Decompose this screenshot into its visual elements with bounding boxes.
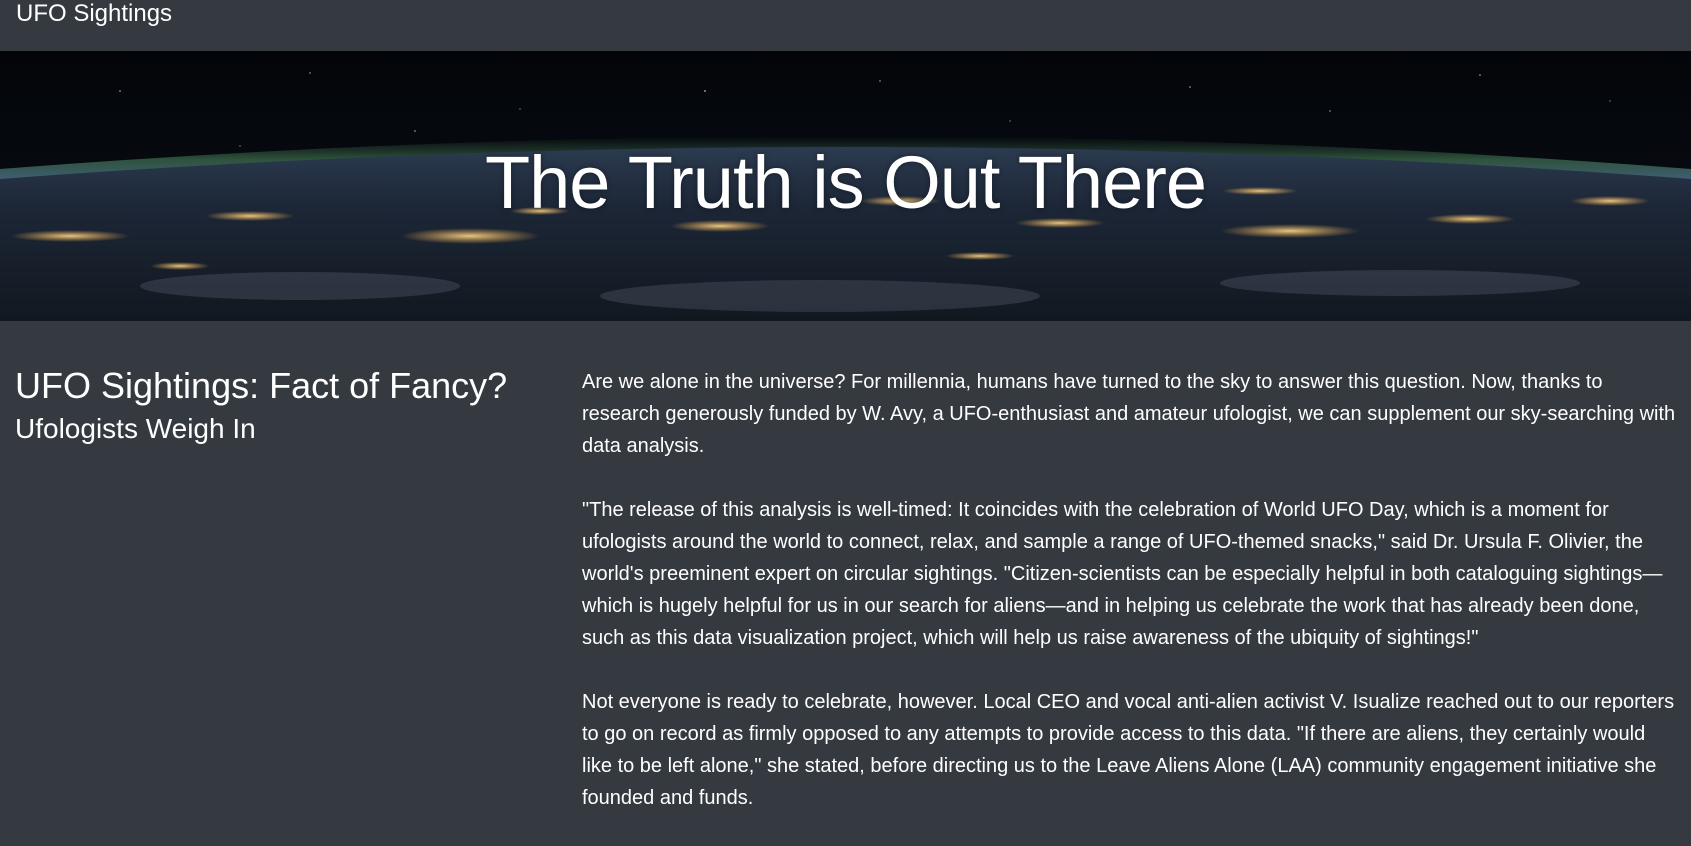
article-paragraph: Not everyone is ready to celebrate, howe… <box>582 691 1675 809</box>
navbar: UFO Sightings <box>0 0 1691 51</box>
navbar-brand-link[interactable]: UFO Sightings <box>16 0 172 28</box>
article-body: Are we alone in the universe? For millen… <box>582 366 1677 846</box>
article-paragraph: Are we alone in the universe? For millen… <box>582 371 1676 457</box>
hero-title: The Truth is Out There <box>484 141 1207 224</box>
article-headline: UFO Sightings: Fact of Fancy? Ufologists… <box>15 363 555 449</box>
hero-banner: The Truth is Out There <box>0 51 1691 321</box>
article-subtitle: Ufologists Weigh In <box>15 413 256 444</box>
article-paragraph: "The release of this analysis is well-ti… <box>582 499 1663 649</box>
article-title: UFO Sightings: Fact of Fancy? <box>15 365 508 406</box>
